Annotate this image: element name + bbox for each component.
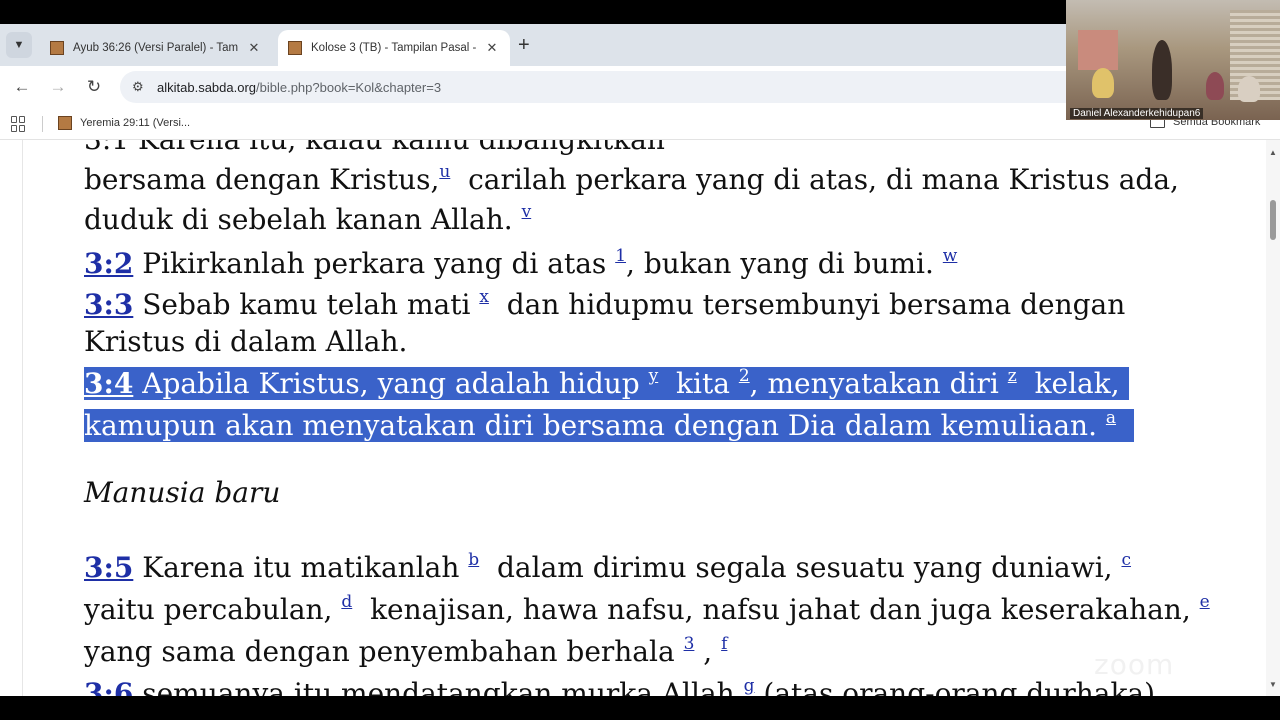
verse-3-1-line3: duduk di sebelah kanan Allah. v (84, 202, 532, 236)
verse-3-4-line2: kamupun akan menyatakan diri bersama den… (84, 406, 1134, 446)
address-bar[interactable]: ⚙ alkitab.sabda.org/bible.php?book=Kol&c… (120, 71, 1066, 103)
url-text: alkitab.sabda.org/bible.php?book=Kol&cha… (157, 79, 442, 95)
bible-favicon-icon (50, 41, 64, 55)
scroll-up-icon[interactable]: ▲ (1269, 148, 1277, 157)
site-info-icon[interactable]: ⚙ (132, 79, 148, 95)
bookmark-yeremia[interactable]: Yeremia 29:11 (Versi... (58, 116, 190, 130)
tab-kolose[interactable]: Kolose 3 (TB) - Tampilan Pasal - ✕ (278, 30, 510, 66)
zoom-watermark: zoom (1094, 648, 1175, 681)
new-tab-button[interactable]: + (518, 35, 530, 55)
scroll-down-icon[interactable]: ▼ (1269, 680, 1277, 689)
footnote-link[interactable]: g (744, 676, 755, 696)
verse-number-link[interactable]: 3:4 (84, 367, 133, 400)
tab-strip: ▼ Ayub 36:26 (Versi Paralel) - Tam ✕ Kol… (0, 24, 1066, 66)
verse-3-1-line2: bersama dengan Kristus,u carilah perkara… (84, 162, 1179, 196)
bookmark-label: Yeremia 29:11 (Versi... (80, 117, 191, 129)
person-figure (1152, 40, 1172, 100)
back-button[interactable]: ← (10, 75, 34, 99)
verse-3-2: 3:2 Pikirkanlah perkara yang di atas 1, … (84, 246, 958, 280)
footnote-link[interactable]: u (439, 162, 450, 182)
participant-name: Daniel Alexanderkehidupan6 (1070, 108, 1204, 119)
verse-3-1-partial: 3:1 Karena itu, kalau kamu dibangkitkan (84, 140, 665, 160)
participant-video[interactable]: Daniel Alexanderkehidupan6 (1066, 0, 1280, 120)
footnote-link[interactable]: y (649, 366, 659, 386)
footnote-link[interactable]: b (468, 550, 479, 570)
verse-number-link[interactable]: 3:6 (84, 677, 133, 696)
bible-favicon-icon (288, 41, 302, 55)
close-icon[interactable]: ✕ (484, 40, 500, 56)
person-figure (1206, 72, 1224, 100)
verse-number-link[interactable]: 3:5 (84, 551, 133, 584)
scrollbar-thumb[interactable] (1270, 200, 1276, 240)
section-heading: Manusia baru (84, 476, 281, 509)
vertical-scrollbar[interactable]: ▲ ▼ (1266, 140, 1280, 696)
footnote-link[interactable]: c (1121, 550, 1131, 570)
bible-favicon-icon (58, 116, 72, 130)
footnote-link[interactable]: a (1106, 408, 1116, 428)
verse-3-5: 3:5 Karena itu matikanlah b dalam dirimu… (84, 550, 1132, 584)
tab-title: Kolose 3 (TB) - Tampilan Pasal - (311, 42, 477, 54)
footnote-link[interactable]: f (721, 634, 727, 654)
footnote-link[interactable]: e (1200, 592, 1210, 612)
footnote-link[interactable]: v (522, 202, 532, 222)
reload-button[interactable]: ↻ (82, 75, 106, 99)
left-border (22, 140, 23, 696)
browser-toolbar: ← → ↻ ⚙ alkitab.sabda.org/bible.php?book… (0, 66, 1066, 108)
footnote-link[interactable]: 2 (739, 366, 750, 386)
tab-search-menu-button[interactable]: ▼ (6, 32, 32, 58)
verse-3-6-partial: 3:6 semuanya itu mendatangkan murka Alla… (84, 674, 1164, 696)
verse-number-link[interactable]: 3:2 (84, 247, 133, 280)
verse-3-5-line3: yang sama dengan penyembahan berhala 3 ,… (84, 634, 728, 668)
footnote-link[interactable]: 1 (615, 246, 626, 266)
footnote-link[interactable]: 3 (684, 634, 695, 654)
person-figure (1238, 76, 1260, 102)
tab-title: Ayub 36:26 (Versi Paralel) - Tam (73, 42, 239, 54)
bottom-black-bar (0, 696, 1280, 720)
forward-button[interactable]: → (46, 75, 70, 99)
chevron-down-icon: ▼ (13, 39, 25, 51)
page-content: 3:1 Karena itu, kalau kamu dibangkitkan … (0, 140, 1266, 696)
tab-ayub[interactable]: Ayub 36:26 (Versi Paralel) - Tam ✕ (40, 30, 272, 66)
footnote-link[interactable]: d (341, 592, 352, 612)
verse-3-5-line2: yaitu percabulan, d kenajisan, hawa nafs… (84, 592, 1210, 626)
verse-3-4: 3:4 Apabila Kristus, yang adalah hidup y… (84, 364, 1129, 404)
apps-grid-icon[interactable] (11, 116, 27, 132)
bookmark-separator (42, 116, 43, 132)
footnote-link[interactable]: w (943, 246, 958, 266)
person-figure (1092, 68, 1114, 98)
verse-3-3: 3:3 Sebab kamu telah mati x dan hidupmu … (84, 287, 1126, 321)
verse-number-link[interactable]: 3:3 (84, 288, 133, 321)
verse-3-3-line2: Kristus di dalam Allah. (84, 325, 408, 358)
footnote-link[interactable]: z (1008, 366, 1017, 386)
footnote-link[interactable]: x (479, 287, 489, 307)
wall-painting (1078, 30, 1118, 70)
close-icon[interactable]: ✕ (246, 40, 262, 56)
